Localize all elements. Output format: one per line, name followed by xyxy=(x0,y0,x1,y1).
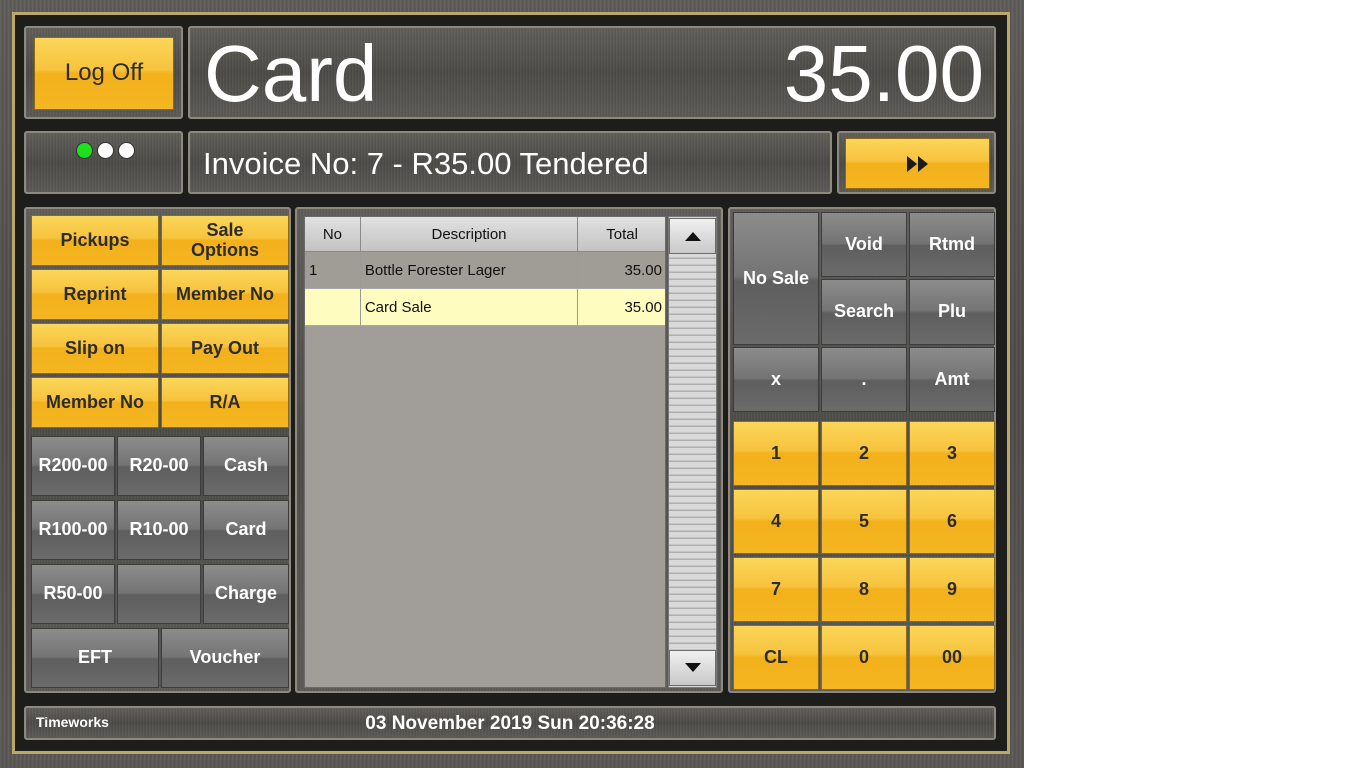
items-panel: No Description Total 1 Bottle Forester L… xyxy=(295,207,723,693)
forward-button[interactable] xyxy=(845,138,990,189)
status-dot-white-2 xyxy=(118,142,135,159)
digit-7-button[interactable]: 7 xyxy=(733,557,819,622)
digit-8-button[interactable]: 8 xyxy=(821,557,907,622)
charge-button[interactable]: Charge xyxy=(203,564,289,624)
row-no: 1 xyxy=(305,251,361,289)
search-button[interactable]: Search xyxy=(821,279,907,345)
column-header-no[interactable]: No xyxy=(305,217,361,252)
voucher-button[interactable]: Voucher xyxy=(161,628,289,688)
pos-window: Log Off Card 35.00 Invoice No: 7 - R35.0… xyxy=(0,0,1024,768)
member-no-button[interactable]: Member No xyxy=(161,269,289,320)
status-dot-green xyxy=(76,142,93,159)
items-table: No Description Total 1 Bottle Forester L… xyxy=(305,217,665,326)
scroll-down-button[interactable] xyxy=(669,650,716,686)
void-button[interactable]: Void xyxy=(821,212,907,277)
column-header-description[interactable]: Description xyxy=(360,217,579,252)
digit-0-button[interactable]: 0 xyxy=(821,625,907,690)
pickups-button[interactable]: Pickups xyxy=(31,215,159,266)
ra-button[interactable]: R/A xyxy=(161,377,289,428)
no-sale-button[interactable]: No Sale xyxy=(733,212,819,345)
table-row[interactable]: 1 Bottle Forester Lager 35.00 xyxy=(305,251,665,289)
digit-1-button[interactable]: 1 xyxy=(733,421,819,486)
plu-button[interactable]: Plu xyxy=(909,279,995,345)
reprint-button[interactable]: Reprint xyxy=(31,269,159,320)
forward-panel xyxy=(837,131,996,194)
pay-out-button[interactable]: Pay Out xyxy=(161,323,289,374)
datetime-label: 03 November 2019 Sun 20:36:28 xyxy=(365,713,655,734)
eft-button[interactable]: EFT xyxy=(31,628,159,688)
invoice-panel: Invoice No: 7 - R35.00 Tendered xyxy=(188,131,832,194)
member-no-button-2[interactable]: Member No xyxy=(31,377,159,428)
digit-5-button[interactable]: 5 xyxy=(821,489,907,554)
keypad-panel: No Sale Void Rtmd Search Plu x . Amt 1 2… xyxy=(728,207,996,693)
mode-title: Card xyxy=(204,29,378,118)
arrow-up-icon xyxy=(684,232,701,241)
row-total: 35.00 xyxy=(577,288,665,326)
r20-button[interactable]: R20-00 xyxy=(117,436,201,496)
function-panel: Pickups Sale Options Reprint Member No S… xyxy=(24,207,291,693)
logoff-button[interactable]: Log Off xyxy=(34,37,174,110)
digit-2-button[interactable]: 2 xyxy=(821,421,907,486)
card-button[interactable]: Card xyxy=(203,500,289,560)
logoff-panel: Log Off xyxy=(24,26,183,119)
r200-button[interactable]: R200-00 xyxy=(31,436,115,496)
row-total: 35.00 xyxy=(577,251,665,289)
digit-9-button[interactable]: 9 xyxy=(909,557,995,622)
indicator-panel xyxy=(24,131,183,194)
fast-forward-icon xyxy=(906,155,928,172)
r50-button[interactable]: R50-00 xyxy=(31,564,115,624)
column-header-total[interactable]: Total xyxy=(577,217,665,252)
clear-button[interactable]: CL xyxy=(733,625,819,690)
row-no xyxy=(305,288,361,326)
row-description: Card Sale xyxy=(360,288,579,326)
row-description: Bottle Forester Lager xyxy=(360,251,579,289)
decimal-button[interactable]: . xyxy=(821,347,907,412)
arrow-down-icon xyxy=(684,663,701,672)
digit-4-button[interactable]: 4 xyxy=(733,489,819,554)
slip-on-button[interactable]: Slip on xyxy=(31,323,159,374)
scroll-up-button[interactable] xyxy=(669,218,716,254)
amount-display: 35.00 xyxy=(783,29,984,118)
rtmd-button[interactable]: Rtmd xyxy=(909,212,995,277)
sale-options-button[interactable]: Sale Options xyxy=(161,215,289,266)
table-row-selected[interactable]: Card Sale 35.00 xyxy=(305,288,665,326)
amt-button[interactable]: Amt xyxy=(909,347,995,412)
digit-6-button[interactable]: 6 xyxy=(909,489,995,554)
items-list: No Description Total 1 Bottle Forester L… xyxy=(304,216,666,688)
items-table-header: No Description Total xyxy=(305,217,665,252)
blank-tender-button[interactable] xyxy=(117,564,201,624)
r10-button[interactable]: R10-00 xyxy=(117,500,201,560)
display-panel: Card 35.00 xyxy=(188,26,996,119)
digit-3-button[interactable]: 3 xyxy=(909,421,995,486)
multiply-button[interactable]: x xyxy=(733,347,819,412)
cash-button[interactable]: Cash xyxy=(203,436,289,496)
digit-00-button[interactable]: 00 xyxy=(909,625,995,690)
footer-panel: Timeworks 03 November 2019 Sun 20:36:28 xyxy=(24,706,996,740)
invoice-text: Invoice No: 7 - R35.00 Tendered xyxy=(203,146,649,181)
status-dot-white-1 xyxy=(97,142,114,159)
items-scrollbar[interactable] xyxy=(668,216,717,688)
r100-button[interactable]: R100-00 xyxy=(31,500,115,560)
